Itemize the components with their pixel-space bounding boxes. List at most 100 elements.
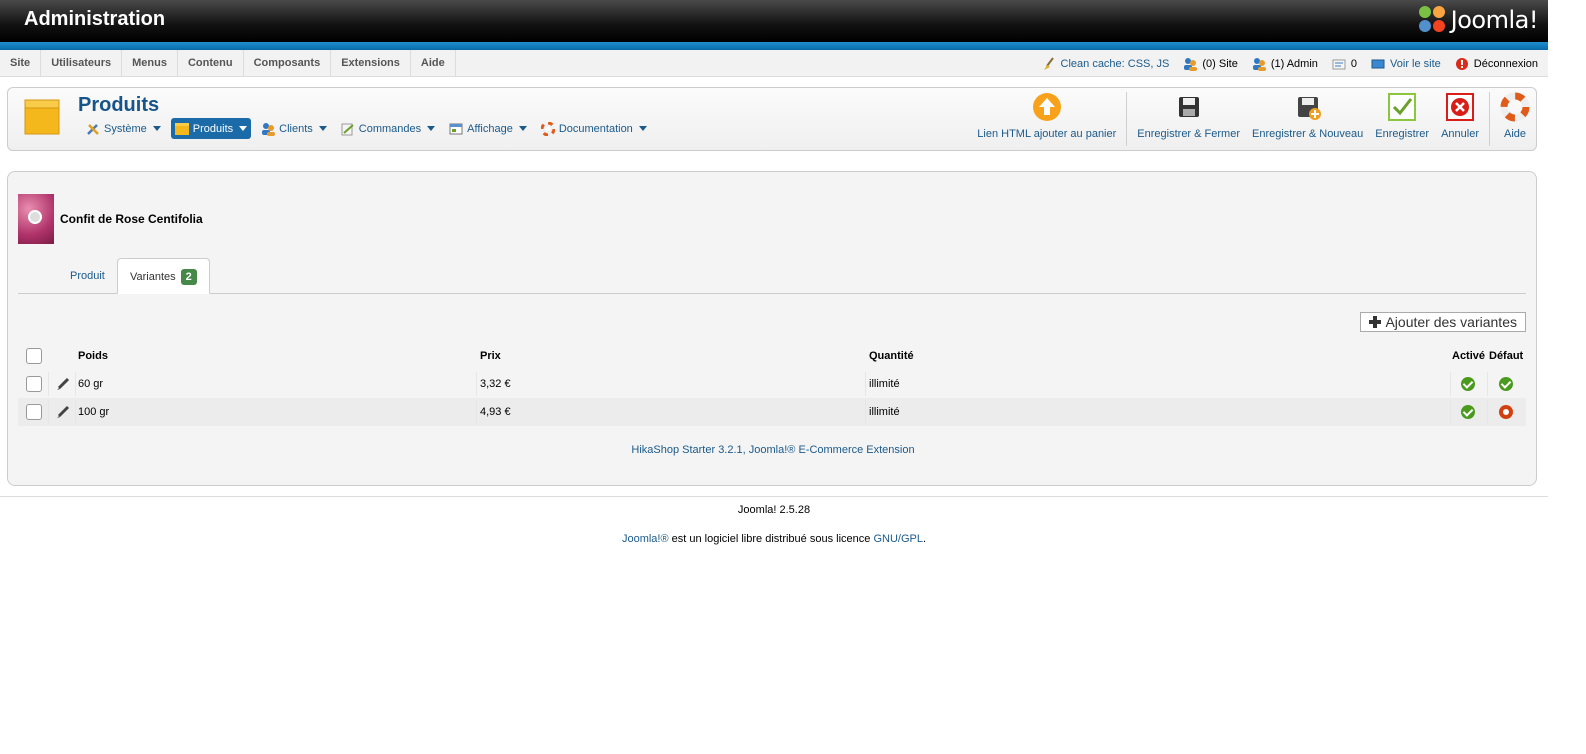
toolbar-divider: [1126, 92, 1128, 146]
header-title: Administration: [24, 8, 166, 30]
box-icon: [174, 122, 189, 136]
menu-components[interactable]: Composants: [244, 50, 332, 77]
variants-count-badge: 2: [180, 269, 197, 285]
chevron-down-icon: [152, 126, 161, 131]
clean-cache-link[interactable]: Clean cache: CSS, JS: [1042, 56, 1169, 71]
header: Administration Joomla!: [0, 0, 1548, 42]
menu-menus[interactable]: Menus: [122, 50, 178, 77]
message-icon: [1332, 57, 1346, 71]
view-site-link[interactable]: Voir le site: [1371, 57, 1441, 71]
published-check-icon[interactable]: [1461, 405, 1475, 419]
menu-users[interactable]: Utilisateurs: [41, 50, 123, 77]
joomla-logo-icon: [1418, 6, 1447, 34]
menu-help[interactable]: Aide: [411, 50, 456, 77]
chevron-down-icon: [239, 126, 248, 131]
checkmark-icon: [1387, 92, 1417, 122]
variant-quantity: illimité: [869, 378, 900, 390]
gpl-link[interactable]: GNU/GPL: [873, 533, 923, 545]
save-close-icon: [1174, 92, 1204, 122]
tab-product[interactable]: Produit: [58, 258, 117, 294]
logout-icon: [1455, 57, 1469, 71]
main-menu: Site Utilisateurs Menus Contenu Composan…: [0, 50, 456, 77]
select-all-checkbox[interactable]: [26, 348, 42, 364]
scrollbar-track[interactable]: [1548, 0, 1586, 754]
add-variants-button[interactable]: Ajouter des variantes: [1360, 312, 1526, 332]
component-submenu: Système Produits Clients Commandes Affic…: [82, 118, 651, 139]
product-name: Confit de Rose Centifolia: [60, 212, 203, 226]
variant-weight: 60 gr: [78, 378, 104, 390]
lifebuoy-icon: [1500, 92, 1530, 122]
edit-pencil-icon[interactable]: [56, 377, 70, 391]
tab-variants[interactable]: Variantes 2: [117, 258, 210, 294]
users-icon: [261, 122, 276, 136]
submenu-documentation[interactable]: Documentation: [537, 118, 651, 139]
submenu-orders[interactable]: Commandes: [337, 118, 439, 139]
menu-extensions[interactable]: Extensions: [331, 50, 411, 77]
toolbar-divider: [1489, 92, 1490, 146]
chevron-down-icon: [638, 126, 647, 131]
header-accent-bar: [0, 42, 1548, 50]
license-line: Joomla!® est un logiciel libre distribué…: [621, 533, 927, 545]
table-header: Poids Prix Quantité Activé Défaut: [18, 342, 1526, 370]
table-row: 60 gr 3,32 € illimité: [18, 370, 1526, 398]
plus-icon: [1369, 316, 1382, 328]
logout-link[interactable]: Déconnexion: [1455, 57, 1538, 71]
admin-users-icon: [1252, 57, 1266, 71]
save-close-button[interactable]: Enregistrer & Fermer: [1131, 88, 1246, 150]
status-bar: Clean cache: CSS, JS (0) Site (1) Admin …: [1042, 50, 1538, 77]
save-new-icon: [1293, 92, 1323, 122]
chevron-down-icon: [518, 126, 527, 131]
column-price: Prix: [480, 350, 501, 362]
joomla-link[interactable]: Joomla!®: [622, 533, 669, 545]
variant-weight: 100 gr: [78, 406, 110, 418]
products-box-icon: [24, 98, 60, 136]
page-title: Produits: [78, 94, 160, 116]
column-quantity: Quantité: [869, 350, 914, 362]
admin-users: (1) Admin: [1252, 57, 1318, 71]
toolbar-buttons: Lien HTML ajouter au panier Enregistrer …: [971, 88, 1536, 150]
site-users: (0) Site: [1183, 57, 1238, 71]
table-row: 100 gr 4,93 € illimité: [18, 398, 1526, 426]
column-active: Activé: [1452, 350, 1486, 362]
cancel-icon: [1445, 92, 1475, 122]
display-icon: [449, 122, 463, 136]
broom-icon: [1042, 56, 1056, 71]
toolbar-box: Produits Système Produits Clients Comman…: [7, 87, 1537, 151]
upload-arrow-icon: [1032, 92, 1062, 122]
help-button[interactable]: Aide: [1494, 88, 1536, 150]
admin-page: Administration Joomla! Site Utilisateurs…: [0, 0, 1548, 754]
top-menu-bar: Site Utilisateurs Menus Contenu Composan…: [0, 50, 1548, 77]
chevron-down-icon: [427, 126, 436, 131]
edit-pencil-icon[interactable]: [56, 405, 70, 419]
hikashop-credit-link[interactable]: HikaShop Starter 3.2.1, Joomla!® E-Comme…: [8, 444, 1538, 456]
menu-site[interactable]: Site: [0, 50, 42, 77]
joomla-logo-text: Joomla!: [1450, 6, 1539, 34]
page-divider: [0, 496, 1548, 497]
published-check-icon[interactable]: [1461, 377, 1475, 391]
save-new-button[interactable]: Enregistrer & Nouveau: [1246, 88, 1369, 150]
column-default: Défaut: [1489, 350, 1524, 362]
variant-quantity: illimité: [869, 406, 900, 418]
menu-content[interactable]: Contenu: [178, 50, 244, 77]
variants-table: Poids Prix Quantité Activé Défaut 60 gr …: [18, 342, 1526, 426]
tools-icon: [86, 122, 100, 136]
row-checkbox[interactable]: [26, 376, 42, 392]
submenu-system[interactable]: Système: [82, 118, 165, 139]
submenu-clients[interactable]: Clients: [257, 118, 331, 139]
html-link-button[interactable]: Lien HTML ajouter au panier: [971, 88, 1122, 150]
tab-bar: Produit Variantes 2: [18, 258, 1526, 294]
save-button[interactable]: Enregistrer: [1369, 88, 1435, 150]
joomla-version: Joomla! 2.5.28: [737, 504, 811, 516]
content-box: Confit de Rose Centifolia Produit Varian…: [7, 171, 1537, 486]
orders-icon: [341, 122, 355, 136]
chevron-down-icon: [318, 126, 327, 131]
joomla-logo: Joomla!: [1418, 4, 1539, 36]
row-checkbox[interactable]: [26, 404, 42, 420]
submenu-display[interactable]: Affichage: [445, 118, 531, 139]
default-check-icon[interactable]: [1499, 377, 1513, 391]
set-default-radio-icon[interactable]: [1499, 405, 1513, 419]
column-weight: Poids: [78, 350, 108, 362]
submenu-products[interactable]: Produits: [170, 118, 252, 139]
cancel-button[interactable]: Annuler: [1435, 88, 1485, 150]
messages[interactable]: 0: [1332, 57, 1357, 71]
